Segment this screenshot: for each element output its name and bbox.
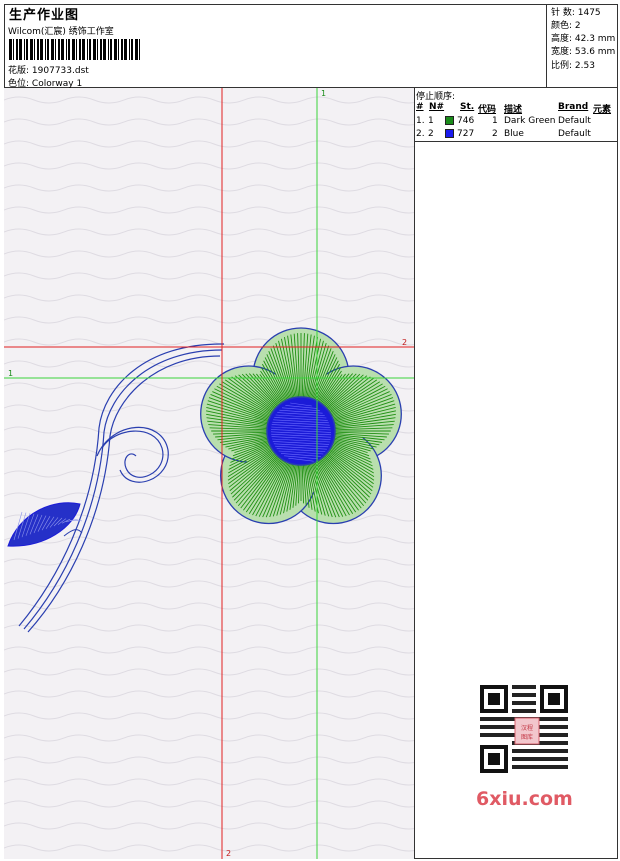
- color-swatch: [445, 116, 454, 125]
- watermark-brand: 6xiu.com: [476, 788, 573, 810]
- row-brand: Default: [558, 116, 591, 126]
- row-brand: Default: [558, 129, 591, 139]
- header-panel: 生产作业图 Wilcom(汇宸) 绣饰工作室 花版: 1907733.dst 色…: [4, 4, 618, 89]
- row-needle: 1: [428, 116, 434, 126]
- axis-label-red-v: 2: [226, 849, 231, 858]
- flower-center: [266, 396, 336, 466]
- stat-height: 高度: 42.3 mm: [551, 34, 616, 44]
- col-stitches: St.: [460, 102, 475, 112]
- stat-width: 宽度: 53.6 mm: [551, 47, 616, 57]
- stop-sequence-title: 停止顺序:: [416, 92, 456, 102]
- file-label: 花版:: [8, 66, 30, 76]
- qr-code: 汉程 图库: [470, 680, 585, 780]
- stats-box: 针 数: 1475 颜色: 2 高度: 42.3 mm 宽度: 53.6 mm …: [546, 4, 618, 88]
- row-description: Dark Green: [504, 116, 556, 126]
- col-description: 描述: [504, 105, 523, 115]
- color-swatch: [445, 129, 454, 138]
- seal-text-bottom: 图库: [521, 733, 533, 741]
- stat-stitches: 针 数: 1475: [551, 8, 601, 18]
- stat-colors: 颜色: 2: [551, 21, 581, 31]
- design-drawing: 1 1 2 2: [4, 88, 414, 859]
- qr-seal: 汉程 图库: [514, 717, 540, 745]
- stat-scale: 比例: 2.53: [551, 61, 595, 71]
- seal-text-top: 汉程: [521, 724, 533, 732]
- row-code: 1: [492, 116, 498, 126]
- table-divider: [415, 141, 618, 142]
- axis-label-green-v: 1: [321, 89, 326, 98]
- col-code: 代码: [478, 105, 497, 115]
- row-code: 2: [492, 129, 498, 139]
- axis-label-green-h: 1: [8, 369, 13, 378]
- col-element: 元素: [593, 105, 612, 115]
- row-description: Blue: [504, 129, 524, 139]
- col-index: #: [416, 102, 424, 112]
- col-needle: N#: [429, 102, 445, 112]
- row-needle: 2: [428, 129, 434, 139]
- barcode: [9, 39, 140, 60]
- embroidery-preview: 1 1 2 2: [4, 88, 415, 859]
- company-name: Wilcom(汇宸) 绣饰工作室: [8, 27, 114, 37]
- row-index: 2.: [416, 129, 425, 139]
- file-line: 花版: 1907733.dst: [8, 63, 89, 76]
- row-stitches: 746: [457, 116, 475, 126]
- axis-label-red-h: 2: [402, 338, 407, 347]
- file-name: 1907733.dst: [31, 66, 89, 76]
- row-stitches: 727: [457, 129, 475, 139]
- col-brand: Brand: [558, 102, 589, 112]
- page-title: 生产作业图: [9, 8, 80, 23]
- row-index: 1.: [416, 116, 425, 126]
